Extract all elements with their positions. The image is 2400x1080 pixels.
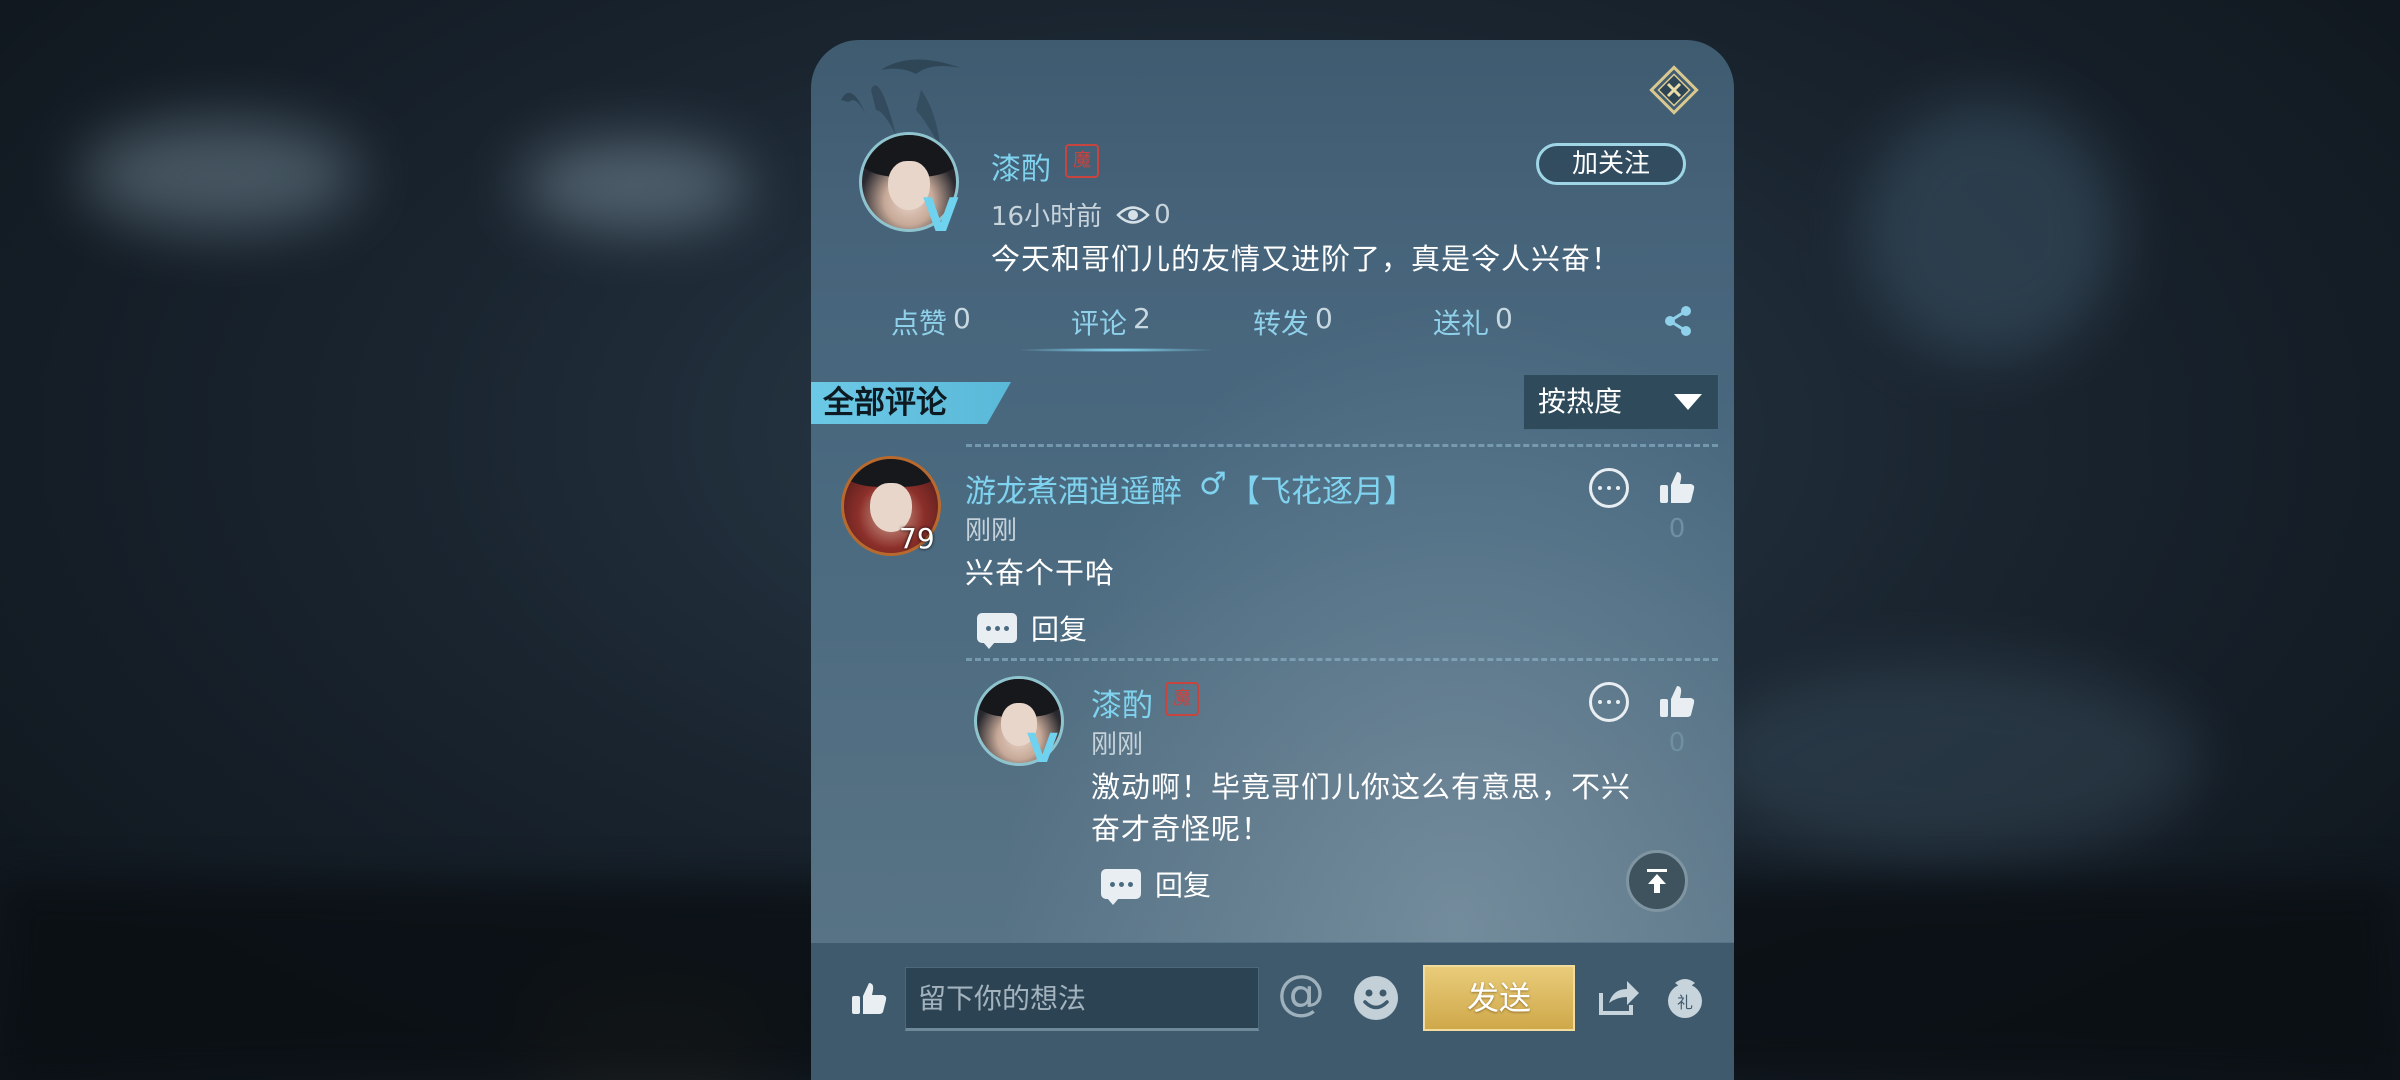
like-count: 0 [1668,728,1686,758]
commenter-title-tag: 【飞花逐月】 [1229,474,1415,510]
more-options-button[interactable] [1589,468,1629,508]
emoji-icon[interactable] [1351,973,1401,1023]
stat-label: 转发 [1253,307,1310,340]
reply-button[interactable]: 回复 [1101,864,1212,905]
stat-comments[interactable]: 评论 2 [1071,302,1151,342]
background-blur [1700,660,2200,860]
eye-icon [1116,205,1150,224]
comment-text: 兴奋个干哈 [965,556,1116,590]
close-icon[interactable] [1646,62,1702,118]
level-badge: 79 [899,522,935,555]
post-text: 今天和哥们儿的友情又进阶了，真是令人兴奋！ [991,242,1622,276]
verified-badge-icon: V [1027,726,1058,772]
stat-value: 0 [953,302,971,335]
post-meta: 16小时前 0 [991,196,1171,233]
stat-value: 2 [1133,302,1151,335]
share-icon[interactable] [1661,304,1695,338]
comment-time: 刚刚 [965,516,1018,546]
thumbs-up-icon[interactable] [1657,682,1697,722]
stat-value: 0 [1315,302,1333,335]
reply-text-line1: 激动啊！毕竟哥们儿你这么有意思，不兴 [1091,770,1632,804]
background-blur [520,140,750,230]
stat-likes[interactable]: 点赞 0 [891,302,971,342]
send-button[interactable]: 发送 [1423,965,1575,1031]
follow-button[interactable]: 加关注 [1536,143,1686,185]
active-tab-indicator [1021,348,1211,352]
reply-time: 刚刚 [1091,730,1144,760]
reply-button[interactable]: 回复 [977,608,1088,649]
sort-selected-value: 按热度 [1538,385,1623,418]
verified-badge-icon: V [923,188,959,242]
view-count: 0 [1154,199,1171,230]
background-blur [1860,100,2120,360]
stat-label: 点赞 [891,307,948,340]
back-to-top-button[interactable] [1626,850,1688,912]
stat-value: 0 [1495,302,1513,335]
reply-icon [1101,869,1141,905]
divider [966,444,1718,447]
commenter-name[interactable]: 游龙煮酒逍遥醉 [965,466,1182,511]
background-blur [80,120,360,230]
gift-icon[interactable]: 礼 [1663,973,1707,1019]
forward-icon[interactable] [1597,977,1641,1017]
back-to-top-icon [1647,869,1667,893]
stat-forwards[interactable]: 转发 0 [1253,302,1333,342]
stat-gifts[interactable]: 送礼 0 [1433,302,1513,342]
comment-input-bar: @ 发送 礼 [811,942,1734,1080]
reply-text-line2: 奋才奇怪呢！ [1091,812,1272,846]
thumbs-up-icon[interactable] [1657,468,1697,508]
post-author-name[interactable]: 漆酌 [991,144,1051,188]
comment-input[interactable] [905,967,1259,1031]
stat-label: 评论 [1071,307,1128,340]
reply-label: 回复 [1031,613,1088,646]
sort-dropdown[interactable]: 按热度 [1523,374,1719,430]
gender-icon: ♂ [1199,466,1227,502]
dropdown-arrow-icon [1674,394,1702,410]
reply-icon [977,613,1017,649]
svg-text:礼: 礼 [1677,993,1693,1012]
like-count: 0 [1668,514,1686,544]
post-stats: 点赞 0 评论 2 转发 0 送礼 0 [811,302,1734,342]
seal-badge: 魔 [1165,682,1199,716]
post-time: 16小时前 [991,202,1103,232]
mention-button[interactable]: @ [1277,965,1325,1021]
replier-name[interactable]: 漆酌 [1091,680,1153,725]
seal-badge: 魔 [1065,144,1099,178]
stat-label: 送礼 [1433,307,1490,340]
thumbs-up-icon[interactable] [849,979,889,1019]
post-detail-panel: V 漆酌 魔 16小时前 0 今天和哥们儿的友情又进阶了，真是令人兴奋！ 加关注… [811,40,1734,1080]
more-options-button[interactable] [1589,682,1629,722]
divider [966,658,1718,661]
reply-label: 回复 [1155,869,1212,902]
all-comments-title: 全部评论 [811,382,1011,424]
